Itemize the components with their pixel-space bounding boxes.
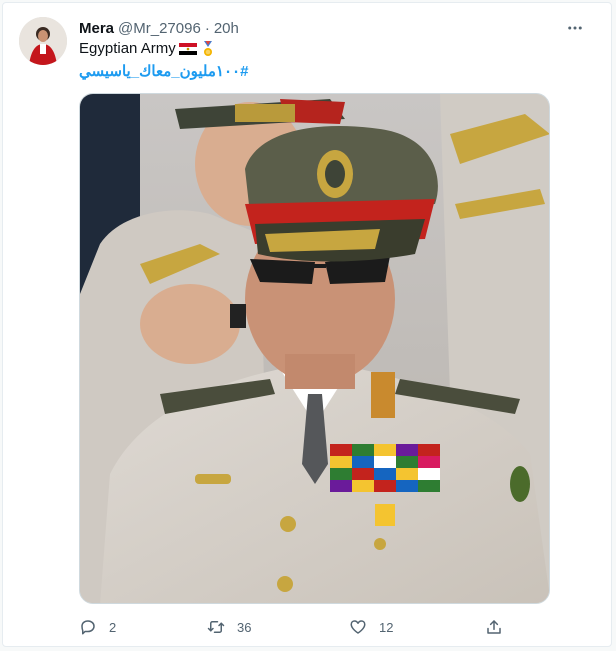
- ribbon-bar: [330, 444, 440, 492]
- retweet-count: 36: [237, 619, 252, 635]
- retweet-button[interactable]: 36: [207, 615, 251, 639]
- reply-button[interactable]: 2: [79, 615, 116, 639]
- like-count: 12: [379, 619, 394, 635]
- retweet-icon: [207, 621, 225, 633]
- more-horizontal-icon: [568, 26, 582, 30]
- author-name[interactable]: Mera: [79, 20, 114, 37]
- reply-count: 2: [109, 619, 117, 635]
- like-button[interactable]: 12: [349, 615, 393, 639]
- heart-icon: [350, 620, 366, 634]
- separator-dot: ·: [204, 19, 210, 37]
- more-options-button[interactable]: [563, 17, 587, 39]
- tweet-text-body: Egyptian Army: [79, 40, 176, 57]
- avatar[interactable]: [19, 17, 67, 65]
- medal-icon: [203, 40, 212, 56]
- military-portrait-image: [80, 94, 549, 603]
- tweet-media-image[interactable]: [79, 93, 550, 604]
- reply-icon: [81, 620, 95, 635]
- share-icon: [487, 620, 501, 634]
- tweet-timestamp[interactable]: 20h: [214, 20, 239, 37]
- hashtag-link[interactable]: #١٠٠مليون_معاك_ياسيسي: [79, 62, 248, 80]
- author-handle[interactable]: @Mr_27096: [118, 20, 201, 37]
- tweet-header: Mera @Mr_27096 · 20h: [79, 17, 595, 39]
- tweet-text: Egyptian Army: [79, 40, 214, 57]
- share-button[interactable]: [485, 615, 503, 639]
- egypt-flag-icon: [178, 42, 197, 55]
- tweet-card[interactable]: Mera @Mr_27096 · 20h Egyptian Army #١٠٠م…: [2, 2, 612, 647]
- tweet-actions: 2 36 12: [79, 615, 509, 639]
